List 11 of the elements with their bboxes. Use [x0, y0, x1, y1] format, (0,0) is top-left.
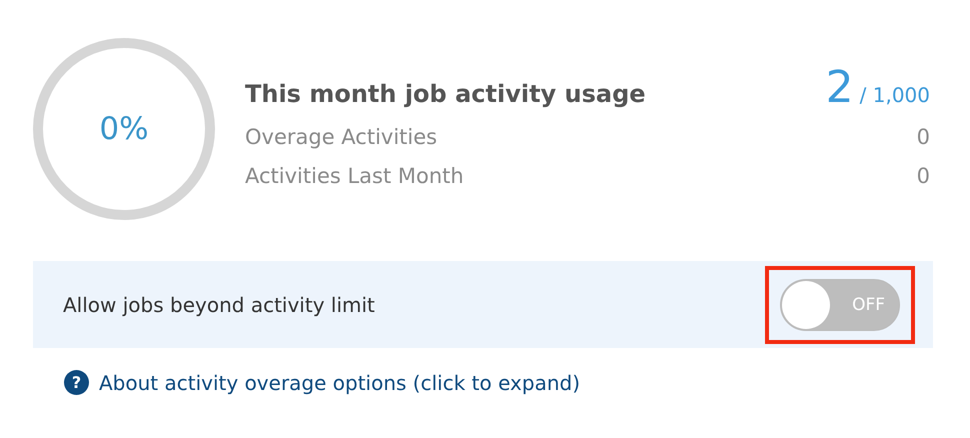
stat-value: 0: [916, 164, 930, 188]
stat-value: 0: [916, 124, 930, 148]
usage-title: This month job activity usage: [245, 80, 646, 108]
limit-count: / 1,000: [860, 82, 930, 106]
stat-label: Activities Last Month: [245, 164, 464, 188]
stat-label: Overage Activities: [245, 124, 438, 148]
used-count: 2: [826, 66, 854, 110]
help-link[interactable]: About activity overage options (click to expand): [99, 370, 580, 394]
help-icon: ?: [64, 370, 89, 395]
setting-label: Allow jobs beyond activity limit: [63, 292, 375, 316]
percent-label: 0%: [99, 110, 149, 146]
